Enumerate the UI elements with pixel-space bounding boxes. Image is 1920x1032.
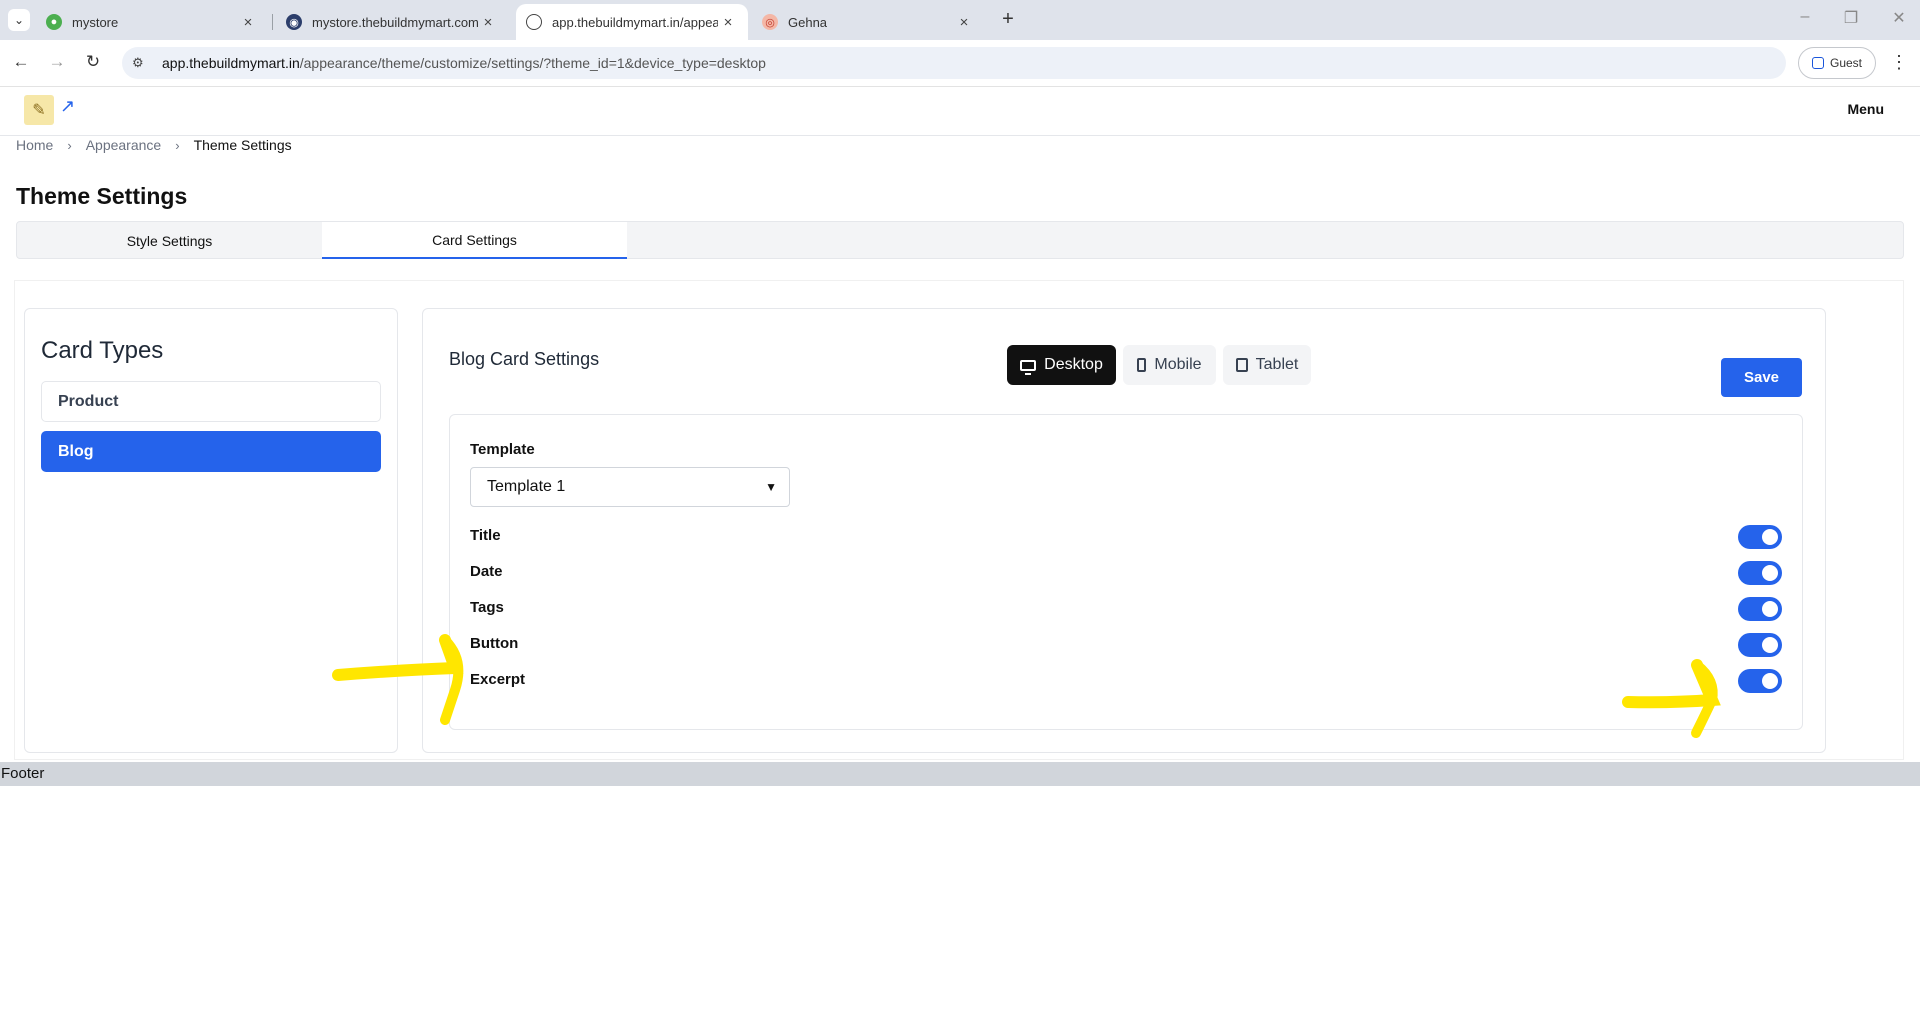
settings-tabs: Style Settings Card Settings [16, 221, 1904, 259]
toggle-button[interactable] [1738, 633, 1782, 657]
browser-tab-strip: ⌄ ● mystore × ◉ mystore.thebuildmymart.c… [0, 0, 1920, 40]
device-mobile-button[interactable]: Mobile [1123, 345, 1216, 385]
close-tab-icon[interactable]: × [954, 14, 974, 31]
option-row-button: Button [470, 631, 1782, 659]
card-types-panel: Card Types Product Blog [24, 308, 398, 753]
device-desktop-button[interactable]: Desktop [1007, 345, 1116, 385]
tab-card-settings[interactable]: Card Settings [322, 222, 627, 259]
breadcrumb-home[interactable]: Home [16, 137, 53, 153]
reload-icon[interactable]: ↻ [80, 49, 106, 75]
close-window-icon[interactable]: ✕ [1884, 8, 1914, 28]
tab-label: mystore [72, 14, 119, 30]
toggle-excerpt[interactable] [1738, 669, 1782, 693]
forward-arrow-icon[interactable]: → [44, 49, 70, 75]
option-row-tags: Tags [470, 595, 1782, 623]
store-logo[interactable]: ✎ [24, 95, 54, 125]
address-bar[interactable]: ⚙ app.thebuildmymart.in/appearance/theme… [122, 47, 1786, 79]
device-tablet-button[interactable]: Tablet [1223, 345, 1311, 385]
option-label: Button [470, 635, 519, 652]
option-label: Tags [470, 599, 504, 616]
toggle-date[interactable] [1738, 561, 1782, 585]
toggle-knob [1762, 673, 1778, 689]
toggle-knob [1762, 637, 1778, 653]
site-info-icon[interactable]: ⚙ [132, 55, 152, 71]
app-header: ✎ ↗ Menu [0, 87, 1920, 136]
blog-settings-title: Blog Card Settings [449, 349, 600, 369]
chevron-right-icon: › [175, 137, 180, 153]
breadcrumb: Home › Appearance › Theme Settings [16, 137, 292, 153]
back-arrow-icon[interactable]: ← [8, 49, 34, 75]
profile-label: Guest [1829, 56, 1862, 70]
device-label: Tablet [1255, 356, 1299, 373]
url-path: /appearance/theme/customize/settings/?th… [299, 55, 766, 71]
toggle-title[interactable] [1738, 525, 1782, 549]
option-row-excerpt: Excerpt [470, 667, 1782, 695]
profile-guest-button[interactable]: Guest [1798, 47, 1876, 79]
option-row-date: Date [470, 559, 1782, 587]
profile-icon [1811, 57, 1824, 69]
chevron-down-icon: ⌄ [13, 13, 25, 27]
card-types-heading: Card Types [41, 337, 164, 364]
toggle-knob [1762, 529, 1778, 545]
save-button[interactable]: Save [1721, 358, 1802, 397]
device-label: Mobile [1154, 356, 1202, 373]
browser-tab-mystore-domain[interactable]: ◉ mystore.thebuildmymart.com × [276, 4, 508, 40]
logo-mark-icon: ✎ [32, 102, 46, 119]
toggle-knob [1762, 601, 1778, 617]
template-label: Template [470, 441, 535, 458]
device-label: Desktop [1044, 356, 1103, 373]
tab-divider [272, 14, 273, 30]
page-title: Theme Settings [16, 183, 188, 209]
more-options-icon[interactable]: ⋮ [1890, 52, 1908, 73]
option-label: Date [470, 563, 503, 580]
tablet-icon [1235, 358, 1248, 372]
tab-search-dropdown[interactable]: ⌄ [8, 9, 30, 31]
globe-favicon-icon [526, 14, 542, 30]
blog-options-card: Template Template 1 ▼ Title Date Tags Bu… [449, 414, 1803, 730]
option-row-title: Title [470, 523, 1782, 551]
template-selected-value: Template 1 [487, 478, 566, 495]
chevron-down-icon: ▼ [765, 480, 777, 494]
browser-tab-app-active[interactable]: app.thebuildmymart.in/appeara × [516, 4, 748, 40]
card-type-blog[interactable]: Blog [41, 431, 381, 472]
url-host: app.thebuildmymart.in [162, 55, 300, 71]
option-label: Title [470, 527, 501, 544]
url-text: app.thebuildmymart.in/appearance/theme/c… [162, 55, 766, 71]
store-favicon-icon: ● [46, 14, 62, 30]
mobile-icon [1137, 358, 1147, 372]
external-link-icon[interactable]: ↗ [60, 96, 75, 117]
restore-icon[interactable]: ❐ [1836, 8, 1866, 28]
menu-button[interactable]: Menu [1847, 101, 1884, 117]
chevron-right-icon: › [67, 137, 72, 153]
tab-label: mystore.thebuildmymart.com [312, 14, 478, 30]
browser-tab-gehna[interactable]: ◎ Gehna × [752, 4, 984, 40]
browser-tab-mystore[interactable]: ● mystore × [36, 4, 268, 40]
footer: Footer [0, 762, 1920, 786]
gehna-favicon-icon: ◎ [762, 14, 778, 30]
card-type-product[interactable]: Product [41, 381, 381, 422]
close-tab-icon[interactable]: × [238, 14, 258, 31]
breadcrumb-current: Theme Settings [193, 137, 292, 153]
template-select[interactable]: Template 1 ▼ [470, 467, 790, 507]
toggle-tags[interactable] [1738, 597, 1782, 621]
blog-card-settings-panel: Blog Card Settings Desktop Mobile Tablet… [422, 308, 1826, 753]
minimize-icon[interactable]: – [1790, 8, 1820, 26]
option-label: Excerpt [470, 671, 526, 688]
tab-label: Gehna [788, 14, 828, 30]
close-tab-icon[interactable]: × [478, 14, 498, 31]
breadcrumb-appearance[interactable]: Appearance [86, 137, 162, 153]
browser-toolbar: ← → ↻ ⚙ app.thebuildmymart.in/appearance… [0, 40, 1920, 87]
new-tab-plus-icon[interactable]: + [996, 8, 1020, 31]
desktop-icon [1020, 359, 1037, 375]
close-tab-icon[interactable]: × [718, 14, 738, 31]
tab-style-settings[interactable]: Style Settings [17, 222, 322, 259]
toggle-knob [1762, 565, 1778, 581]
tab-label: app.thebuildmymart.in/appeara [552, 14, 718, 30]
globe-favicon-icon: ◉ [286, 14, 302, 30]
